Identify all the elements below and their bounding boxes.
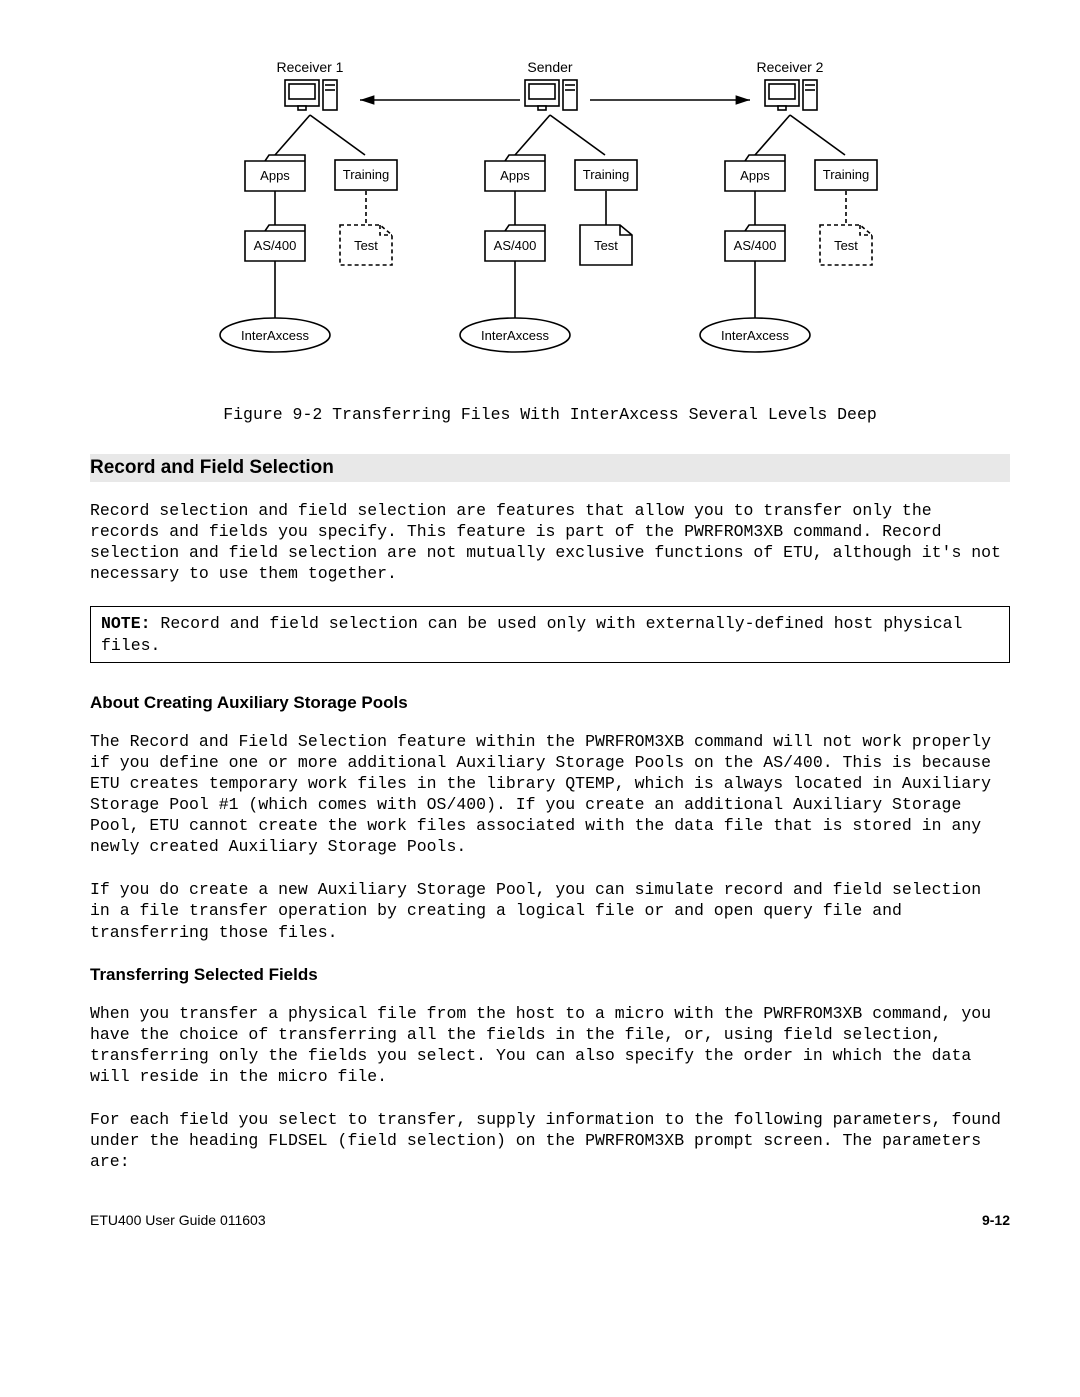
document-page: .lbl { font-family: Arial, Helvetica, sa… [0,0,1080,1268]
svg-text:AS/400: AS/400 [494,238,537,253]
subheading-transferring-fields: Transferring Selected Fields [90,965,1010,985]
interaxcess-ellipses: InterAxcess InterAxcess InterAxcess [220,318,810,352]
label-receiver2: Receiver 2 [757,60,824,75]
section-heading-record-field: Record and Field Selection [90,454,1010,482]
svg-text:Test: Test [594,238,618,253]
svg-text:Apps: Apps [260,168,290,183]
apps-boxes: Apps Apps Apps [245,155,785,191]
svg-text:InterAxcess: InterAxcess [721,328,789,343]
figure-diagram: .lbl { font-family: Arial, Helvetica, sa… [190,60,910,380]
note-box: NOTE: Record and field selection can be … [90,606,1010,662]
svg-text:Test: Test [834,238,858,253]
paragraph-aux2: If you do create a new Auxiliary Storage… [90,879,1010,942]
svg-text:AS/400: AS/400 [254,238,297,253]
svg-text:Apps: Apps [740,168,770,183]
svg-text:AS/400: AS/400 [734,238,777,253]
page-footer: ETU400 User Guide 011603 9-12 [90,1212,1010,1228]
paragraph-intro: Record selection and field selection are… [90,500,1010,584]
training-boxes: Training Training Training [335,160,877,190]
label-sender: Sender [527,60,572,75]
footer-title: ETU400 User Guide 011603 [90,1212,266,1228]
subheading-aux-storage: About Creating Auxiliary Storage Pools [90,693,1010,713]
test-boxes: Test Test Test [340,225,872,265]
as400-boxes: AS/400 AS/400 AS/400 [245,225,785,261]
svg-text:InterAxcess: InterAxcess [241,328,309,343]
label-receiver1: Receiver 1 [277,60,344,75]
transfer-diagram-svg: .lbl { font-family: Arial, Helvetica, sa… [190,60,910,380]
note-text: Record and field selection can be used o… [101,614,962,654]
svg-text:Training: Training [823,167,869,182]
svg-text:Training: Training [583,167,629,182]
figure-caption: Figure 9-2 Transferring Files With Inter… [90,405,1010,424]
paragraph-tf2: For each field you select to transfer, s… [90,1109,1010,1172]
paragraph-aux1: The Record and Field Selection feature w… [90,731,1010,858]
svg-text:Training: Training [343,167,389,182]
svg-text:Apps: Apps [500,168,530,183]
svg-text:Test: Test [354,238,378,253]
note-label: NOTE: [101,614,151,633]
svg-text:InterAxcess: InterAxcess [481,328,549,343]
paragraph-tf1: When you transfer a physical file from t… [90,1003,1010,1087]
station-group [285,80,817,110]
footer-page-number: 9-12 [982,1212,1010,1228]
